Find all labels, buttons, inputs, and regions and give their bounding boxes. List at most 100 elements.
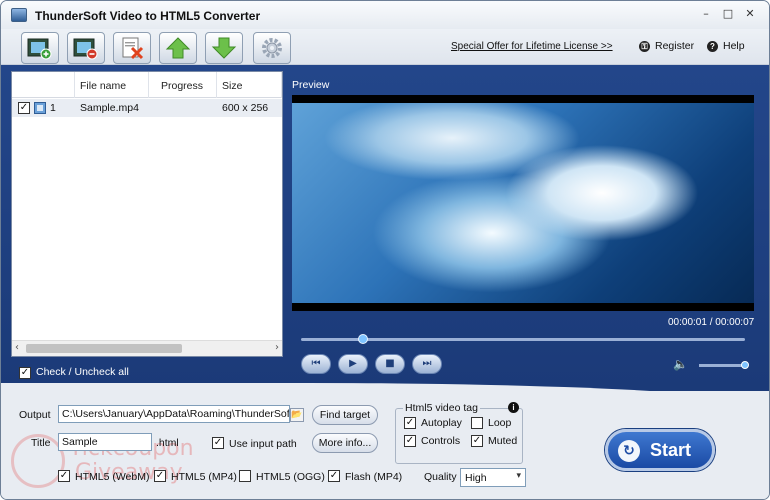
timecode: 00:00:01 / 00:00:07 [668, 317, 755, 328]
preview-label: Preview [292, 79, 330, 91]
start-label: Start [650, 440, 692, 460]
horizontal-scrollbar[interactable]: ‹ › [12, 340, 282, 356]
volume-knob[interactable] [741, 361, 749, 369]
video-frame [292, 103, 754, 303]
skip-forward-icon: ⏭ [422, 358, 432, 369]
column-divider [216, 72, 217, 98]
html5-video-tag-title: Html5 video tag [403, 402, 480, 414]
help-link[interactable]: ? Help [707, 40, 745, 52]
table-row[interactable]: ✓ 1 Sample.mp4 600 x 256 [12, 99, 282, 117]
video-preview [292, 95, 754, 311]
app-window: ThunderSoft Video to HTML5 Converter – □… [0, 0, 770, 500]
start-button[interactable]: ↻ Start [605, 429, 715, 471]
main-panel: File name Progress Size ✓ 1 Sample.mp4 6… [1, 65, 769, 391]
quality-select[interactable]: High ▾ [460, 468, 526, 487]
column-file-name[interactable]: File name [80, 80, 126, 92]
title-bar: ThunderSoft Video to HTML5 Converter – □… [1, 1, 769, 29]
help-label: Help [723, 40, 745, 52]
browse-folder-button[interactable]: 📂 [290, 408, 304, 422]
info-icon[interactable]: i [508, 402, 519, 413]
stop-button[interactable]: ■ [375, 354, 405, 374]
folder-icon: 📂 [291, 410, 303, 420]
maximize-button[interactable]: □ [721, 7, 735, 21]
muted-checkbox[interactable]: ✓ [471, 435, 483, 447]
format-mp4-checkbox[interactable]: ✓ [154, 470, 166, 482]
next-frame-button[interactable]: ⏭ [412, 354, 442, 374]
minimize-button[interactable]: – [699, 7, 713, 21]
play-icon: ▶ [349, 358, 357, 369]
format-ogg-checkbox[interactable] [239, 470, 251, 482]
key-icon: ⚿ [639, 40, 650, 52]
register-link[interactable]: ⚿ Register [639, 40, 694, 52]
remove-video-button[interactable] [67, 32, 105, 64]
use-input-path-checkbox[interactable]: ✓ [212, 437, 224, 449]
seek-slider[interactable] [301, 334, 745, 344]
file-list[interactable]: File name Progress Size ✓ 1 Sample.mp4 6… [11, 71, 283, 357]
register-label: Register [655, 40, 695, 52]
add-video-icon [27, 38, 52, 60]
format-mp4-label[interactable]: HTML5 (MP4) [171, 471, 237, 483]
column-divider [281, 72, 282, 98]
special-offer-link[interactable]: Special Offer for Lifetime License >> [451, 41, 613, 52]
seek-knob[interactable] [358, 334, 369, 344]
scroll-left-icon[interactable]: ‹ [15, 342, 19, 353]
more-info-button[interactable]: More info... [312, 433, 378, 453]
chevron-down-icon: ▾ [516, 471, 521, 481]
play-button[interactable]: ▶ [338, 354, 368, 374]
clear-list-icon [122, 37, 144, 60]
file-list-header: File name Progress Size [12, 72, 282, 98]
move-up-button[interactable] [159, 32, 197, 64]
scroll-right-icon[interactable]: › [275, 342, 279, 353]
move-up-icon [165, 37, 191, 59]
app-logo-icon [11, 8, 27, 22]
column-size[interactable]: Size [222, 80, 242, 92]
scroll-thumb[interactable] [26, 344, 182, 353]
format-ogg-label[interactable]: HTML5 (OGG) [256, 471, 325, 483]
find-target-button[interactable]: Find target [312, 405, 378, 425]
output-label: Output [19, 409, 51, 421]
convert-icon: ↻ [618, 440, 640, 462]
row-index: 1 [50, 102, 56, 114]
check-all-label[interactable]: Check / Uncheck all [36, 366, 129, 378]
muted-label[interactable]: Muted [488, 435, 517, 447]
volume-slider[interactable] [699, 361, 749, 369]
format-webm-label[interactable]: HTML5 (WebM) [75, 471, 149, 483]
add-video-button[interactable] [21, 32, 59, 64]
stop-icon: ■ [385, 358, 395, 369]
quality-value: High [465, 472, 487, 484]
move-down-button[interactable] [205, 32, 243, 64]
clear-list-button[interactable] [113, 32, 151, 64]
video-file-icon [34, 102, 46, 114]
loop-label[interactable]: Loop [488, 417, 511, 429]
close-button[interactable]: ✕ [743, 7, 757, 21]
row-checkbox[interactable]: ✓ [18, 102, 30, 114]
settings-icon [262, 38, 282, 58]
controls-label[interactable]: Controls [421, 435, 460, 447]
output-settings-panel: Tickcoupon Giveaway Output C:\Users\Janu… [1, 383, 769, 499]
column-progress[interactable]: Progress [161, 80, 203, 92]
check-all-checkbox[interactable]: ✓ [19, 367, 31, 379]
quality-label: Quality [424, 471, 457, 483]
use-input-path-label[interactable]: Use input path [229, 438, 297, 450]
previous-frame-button[interactable]: ⏮ [301, 354, 331, 374]
format-flash-label[interactable]: Flash (MP4) [345, 471, 402, 483]
controls-checkbox[interactable]: ✓ [404, 435, 416, 447]
move-down-icon [211, 37, 237, 59]
output-path-field[interactable]: C:\Users\January\AppData\Roaming\Thunder… [58, 405, 290, 423]
title-label: Title [31, 437, 51, 449]
help-icon: ? [707, 40, 718, 52]
autoplay-checkbox[interactable]: ✓ [404, 417, 416, 429]
row-size: 600 x 256 [222, 102, 269, 114]
title-field[interactable]: Sample [58, 433, 152, 451]
window-controls: – □ ✕ [699, 7, 757, 21]
loop-checkbox[interactable] [471, 417, 483, 429]
settings-button[interactable] [253, 32, 291, 64]
remove-video-icon [73, 38, 98, 60]
volume-icon[interactable]: 🔈 [673, 357, 688, 371]
autoplay-label[interactable]: Autoplay [421, 417, 462, 429]
skip-back-icon: ⏮ [311, 358, 321, 369]
toolbar: Special Offer for Lifetime License >> ⚿ … [1, 29, 769, 65]
format-webm-checkbox[interactable]: ✓ [58, 470, 70, 482]
format-flash-checkbox[interactable]: ✓ [328, 470, 340, 482]
title-extension: .html [156, 437, 179, 449]
